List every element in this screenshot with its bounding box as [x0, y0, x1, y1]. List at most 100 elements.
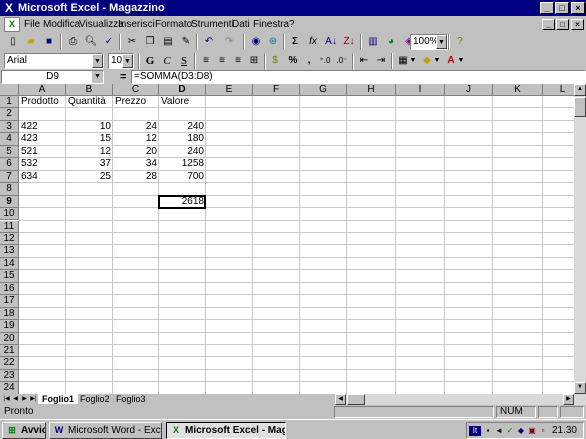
cell-c4[interactable]: 12: [113, 133, 159, 145]
worksheet-grid[interactable]: A B C D E F G H I J K L 1 2 3 4 5 6 7 8 9 10 11 12 13 14 15 16 17 18 1…: [0, 84, 586, 394]
row-header-16[interactable]: 16: [0, 282, 19, 296]
row-header-19[interactable]: 19: [0, 320, 19, 333]
currency-icon[interactable]: $: [266, 53, 284, 69]
scroll-left-icon[interactable]: ◀: [335, 394, 346, 405]
row-header-17[interactable]: 17: [0, 295, 19, 308]
chevron-down-icon[interactable]: ▼: [409, 53, 417, 69]
select-all-corner[interactable]: [0, 84, 19, 96]
task-word[interactable]: W Microsoft Word - Excel: [49, 422, 162, 439]
row-header-11[interactable]: 11: [0, 220, 19, 233]
row-header-13[interactable]: 13: [0, 245, 19, 258]
row-header-22[interactable]: 22: [0, 357, 19, 370]
start-button[interactable]: ⊞ Avvio: [2, 422, 46, 439]
redo-icon[interactable]: ↷: [220, 34, 238, 50]
close-button[interactable]: ×: [571, 2, 585, 14]
printer-tray-icon[interactable]: ▣: [527, 426, 537, 436]
copy-icon[interactable]: ❐: [141, 34, 159, 50]
scroll-down-icon[interactable]: ▼: [574, 382, 586, 394]
hyperlink-icon[interactable]: ⊛: [264, 34, 282, 50]
zoom-select[interactable]: 100% ▼: [410, 34, 448, 50]
scroll-up-icon[interactable]: ▲: [574, 84, 586, 96]
minimize-button[interactable]: _: [540, 2, 554, 14]
chart-wizard-icon[interactable]: ▥: [364, 34, 382, 50]
cell-b4[interactable]: 15: [66, 133, 113, 145]
font-size-select[interactable]: 10 ▼: [108, 53, 134, 69]
tab-foglio3[interactable]: Foglio3: [112, 394, 150, 404]
chevron-down-icon[interactable]: ▼: [457, 53, 465, 69]
scroll-right-icon[interactable]: ▶: [563, 394, 574, 405]
column-header-f[interactable]: F: [253, 84, 300, 96]
row-header-9[interactable]: 9: [0, 195, 19, 209]
cell-c5[interactable]: 20: [113, 146, 159, 158]
sort-descending-icon[interactable]: Z↓: [340, 34, 358, 50]
cell-b1[interactable]: Quantità: [66, 96, 113, 108]
cell-d3[interactable]: 240: [159, 121, 206, 133]
row-header-23[interactable]: 23: [0, 369, 19, 383]
row-header-20[interactable]: 20: [0, 332, 19, 345]
row-header-2[interactable]: 2: [0, 108, 19, 121]
horizontal-scrollbar[interactable]: ◀ ▶: [335, 394, 586, 405]
chevron-down-icon[interactable]: ▼: [122, 54, 133, 68]
scroll-thumb[interactable]: [574, 97, 586, 117]
cell-d6[interactable]: 1258: [159, 158, 206, 170]
undo-icon[interactable]: ↶: [200, 34, 218, 50]
menu-modifica[interactable]: Modifica: [43, 18, 80, 31]
bold-button[interactable]: G: [141, 53, 159, 69]
cell-a6[interactable]: 532: [19, 158, 66, 170]
row-header-6[interactable]: 6: [0, 158, 19, 171]
maximize-button[interactable]: □: [555, 2, 569, 14]
excel-app-icon[interactable]: X: [2, 1, 16, 15]
cell-b6[interactable]: 37: [66, 158, 113, 170]
chevron-down-icon[interactable]: ▼: [433, 53, 441, 69]
row-header-8[interactable]: 8: [0, 183, 19, 196]
row-header-12[interactable]: 12: [0, 232, 19, 246]
office-assistant-icon[interactable]: ?: [451, 34, 469, 50]
decrease-decimal-icon[interactable]: .0⁻: [333, 53, 351, 69]
cell-b7[interactable]: 25: [66, 171, 113, 183]
menu-dati[interactable]: Dati: [232, 18, 250, 31]
column-header-j[interactable]: J: [445, 84, 493, 96]
column-header-a[interactable]: A: [19, 84, 66, 96]
map-icon[interactable]: ◕: [382, 34, 400, 50]
row-header-14[interactable]: 14: [0, 257, 19, 271]
cell-a4[interactable]: 423: [19, 133, 66, 145]
name-box[interactable]: D9 ▼: [1, 70, 104, 84]
print-icon[interactable]: ⎙: [64, 34, 82, 50]
cell-d4[interactable]: 180: [159, 133, 206, 145]
paste-function-icon[interactable]: fx: [304, 34, 322, 50]
row-header-18[interactable]: 18: [0, 307, 19, 321]
cell-a3[interactable]: 422: [19, 121, 66, 133]
doc-close-button[interactable]: ×: [571, 19, 584, 30]
row-header-10[interactable]: 10: [0, 208, 19, 221]
cell-a1[interactable]: Prodotto: [19, 96, 66, 108]
row-header-21[interactable]: 21: [0, 345, 19, 358]
network-icon[interactable]: ▪: [483, 426, 493, 436]
cell-c7[interactable]: 28: [113, 171, 159, 183]
merge-center-icon[interactable]: ⊞: [245, 53, 263, 69]
language-indicator[interactable]: It: [469, 426, 481, 436]
cell-d7[interactable]: 700: [159, 171, 206, 183]
tab-foglio1[interactable]: Foglio1: [38, 394, 78, 404]
print-preview-icon[interactable]: 🔍︎: [82, 34, 100, 50]
doc-minimize-button[interactable]: _: [542, 19, 555, 30]
next-sheet-icon[interactable]: ▶: [20, 395, 29, 404]
cell-c6[interactable]: 34: [113, 158, 159, 170]
edit-formula-button[interactable]: =: [120, 70, 126, 84]
column-header-i[interactable]: I: [396, 84, 445, 96]
paste-icon[interactable]: ▤: [159, 34, 177, 50]
row-header-3[interactable]: 3: [0, 120, 19, 134]
increase-indent-icon[interactable]: ⇥: [372, 53, 390, 69]
cell-b5[interactable]: 12: [66, 146, 113, 158]
volume-icon[interactable]: ◄: [494, 426, 504, 436]
row-header-15[interactable]: 15: [0, 270, 19, 283]
prev-sheet-icon[interactable]: ◀: [11, 395, 20, 404]
new-icon[interactable]: ▯: [4, 34, 22, 50]
cell-d1[interactable]: Valore: [159, 96, 206, 108]
row-header-1[interactable]: 1: [0, 96, 19, 109]
chevron-down-icon[interactable]: ▼: [92, 71, 103, 83]
title-bar[interactable]: X Microsoft Excel - Magazzino _ □ ×: [0, 0, 586, 16]
menu-formato[interactable]: Formato: [155, 18, 192, 31]
antivirus-icon[interactable]: ✓: [505, 426, 515, 436]
chevron-down-icon[interactable]: ▼: [92, 54, 103, 68]
increase-decimal-icon[interactable]: ⁺.0: [316, 53, 334, 69]
